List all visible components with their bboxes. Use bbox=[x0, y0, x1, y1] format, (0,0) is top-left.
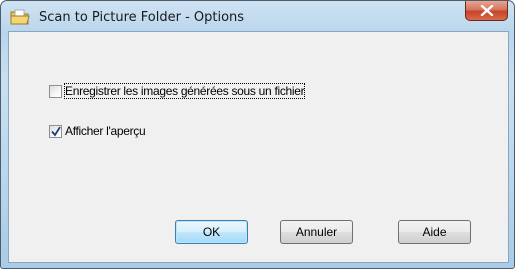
close-icon bbox=[480, 5, 494, 16]
title-bar[interactable]: Scan to Picture Folder - Options bbox=[1, 1, 514, 31]
save-to-file-label[interactable]: Enregistrer les images générées sous un … bbox=[63, 83, 306, 99]
ok-button[interactable]: OK bbox=[175, 220, 248, 244]
show-preview-checkbox[interactable] bbox=[49, 124, 62, 138]
show-preview-option[interactable]: Afficher l'aperçu bbox=[49, 123, 146, 139]
save-to-file-checkbox[interactable] bbox=[49, 84, 62, 98]
close-button[interactable] bbox=[465, 1, 508, 21]
dialog-window: Scan to Picture Folder - Options Enregis… bbox=[0, 0, 515, 269]
help-button[interactable]: Aide bbox=[398, 220, 471, 244]
show-preview-label[interactable]: Afficher l'aperçu bbox=[65, 124, 146, 138]
save-to-file-option[interactable]: Enregistrer les images générées sous un … bbox=[49, 83, 306, 99]
dialog-body: Enregistrer les images générées sous un … bbox=[8, 31, 509, 263]
cancel-button[interactable]: Annuler bbox=[280, 220, 353, 244]
folder-icon bbox=[10, 9, 30, 25]
window-title: Scan to Picture Folder - Options bbox=[39, 10, 245, 25]
checkmark-icon bbox=[51, 126, 61, 137]
